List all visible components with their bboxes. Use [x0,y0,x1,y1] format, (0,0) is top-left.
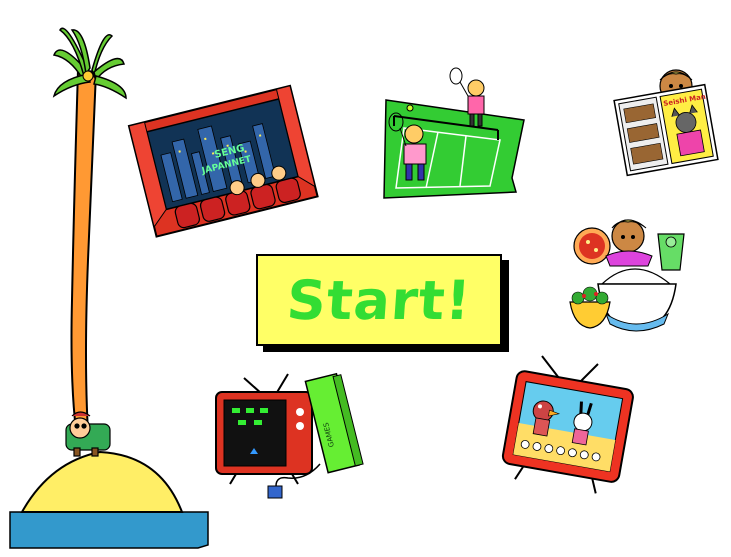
tennis-icon[interactable] [378,66,526,202]
manga-magazine-icon[interactable]: Seishi Man [613,64,719,177]
anime-tv-icon[interactable] [500,352,640,504]
start-button[interactable]: Start! [256,254,502,346]
start-button-label: Start! [284,268,474,332]
video-game-tv-icon[interactable]: GAMES [210,366,366,502]
movie-theater-icon[interactable]: SENG JAPANNET [127,84,319,238]
palm-island-icon[interactable] [0,0,215,557]
food-icon[interactable] [566,210,700,338]
